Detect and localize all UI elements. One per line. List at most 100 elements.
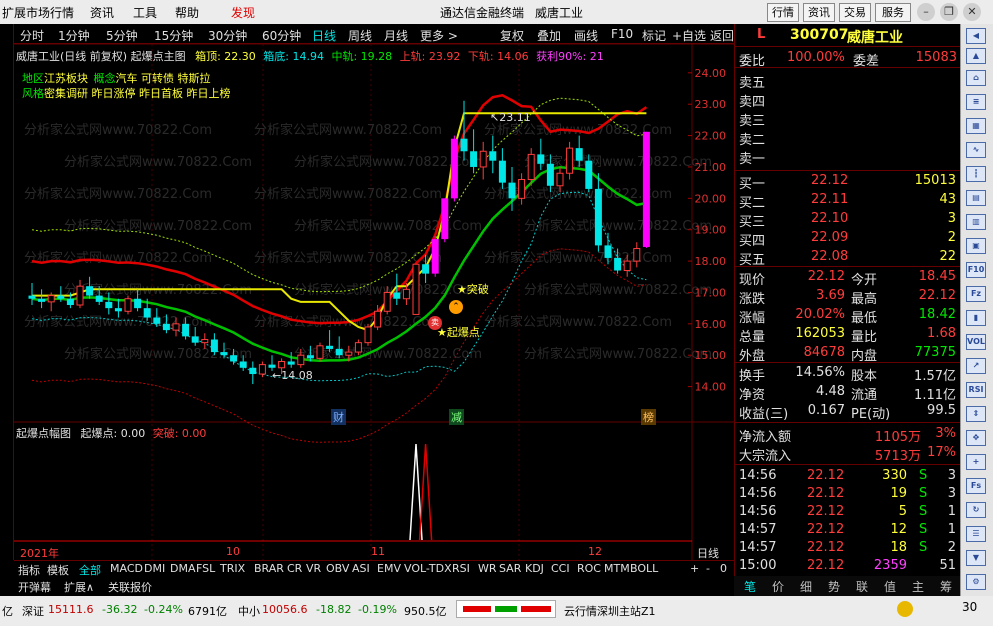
menu-news[interactable]: 资讯 (90, 4, 114, 21)
move-icon[interactable]: ✥ (966, 430, 986, 446)
danmu-button[interactable]: 开弹幕 (18, 579, 51, 595)
period-1min[interactable]: 1分钟 (58, 27, 90, 44)
period-30min[interactable]: 30分钟 (208, 27, 247, 44)
menu-help[interactable]: 帮助 (175, 4, 199, 21)
tab-obv[interactable]: OBV (326, 562, 349, 575)
tab-plus[interactable]: + (690, 562, 699, 575)
breakout-icon[interactable]: ⌃ (449, 300, 463, 314)
qtab-7[interactable]: 筹 (940, 578, 952, 595)
tab-mtm[interactable]: MTM (604, 562, 630, 575)
expand-button[interactable]: 扩展∧ (64, 579, 94, 595)
zoom-in-icon[interactable]: + (966, 454, 986, 470)
zx-label[interactable]: 中小 (238, 603, 260, 619)
period-60min[interactable]: 60分钟 (262, 27, 301, 44)
list-icon[interactable]: ≡ (966, 94, 986, 110)
news-button[interactable]: 资讯 (803, 3, 835, 22)
tab-boll[interactable]: BOLL (630, 562, 658, 575)
service-button[interactable]: 服务 (875, 3, 911, 22)
restore-icon[interactable]: ❐ (940, 3, 958, 21)
tab-cci[interactable]: CCI (551, 562, 570, 575)
f10-icon[interactable]: F10 (966, 262, 986, 278)
qtab-2[interactable]: 细 (800, 578, 812, 595)
fs-icon[interactable]: Fs (966, 478, 986, 494)
period-weekly[interactable]: 周线 (348, 27, 372, 44)
scale-icon[interactable]: ⇕ (966, 406, 986, 422)
tab-all[interactable]: 全部 (79, 562, 101, 578)
bar-chart-icon[interactable]: ▮ (966, 310, 986, 326)
refresh-icon[interactable]: ↻ (966, 502, 986, 518)
chevron-down-icon[interactable]: ▼ (966, 550, 986, 566)
trend-icon[interactable]: ↗ (966, 358, 986, 374)
tab-adjust[interactable]: 复权 (500, 27, 524, 44)
qtab-0[interactable]: 笔 (744, 578, 756, 595)
tab-wr[interactable]: WR (478, 562, 497, 575)
tab-overlay[interactable]: 叠加 (537, 27, 561, 44)
kline-icon[interactable]: ┇ (966, 166, 986, 182)
sz-label[interactable]: 深证 (22, 603, 44, 619)
qtab-3[interactable]: 势 (828, 578, 840, 595)
close-icon[interactable]: ✕ (963, 3, 981, 21)
menu-icon[interactable]: ☰ (966, 526, 986, 542)
settings-icon[interactable]: ⚙ (966, 574, 986, 590)
period-daily[interactable]: 日线 (312, 27, 336, 44)
grid2-icon[interactable]: ▥ (966, 214, 986, 230)
quote-button[interactable]: 行情 (767, 3, 799, 22)
server-name[interactable]: 云行情深圳主站Z1 (564, 603, 656, 619)
price-chart[interactable]: 分析家公式网www.70822.Com 分析家公式网www.70822.Com 分析… (14, 44, 734, 560)
tab-dma[interactable]: DMA (170, 562, 196, 575)
tab-draw[interactable]: 画线 (574, 27, 598, 44)
menu-discover[interactable]: 发现 (231, 4, 255, 21)
arrow-up-icon[interactable]: ▲ (966, 48, 986, 64)
layout-icon[interactable]: ▣ (966, 238, 986, 254)
tab-minus[interactable]: - (706, 562, 710, 575)
trade-button[interactable]: 交易 (839, 3, 871, 22)
tab-fsl[interactable]: FSL (196, 562, 215, 575)
table-icon[interactable]: ▦ (966, 118, 986, 134)
period-timeshare[interactable]: 分时 (20, 27, 44, 44)
tab-f10[interactable]: F10 (611, 27, 633, 41)
menu-tools[interactable]: 工具 (133, 4, 157, 21)
fz-icon[interactable]: Fz (966, 286, 986, 302)
minimize-icon[interactable]: – (917, 3, 935, 21)
tab-emv[interactable]: EMV (377, 562, 401, 575)
tab-zero[interactable]: 0 (720, 562, 727, 575)
tab-rsi[interactable]: RSI (452, 562, 470, 575)
tab-kdj[interactable]: KDJ (525, 562, 544, 575)
event-jian[interactable]: 减 (449, 409, 464, 425)
arrow-left-icon[interactable]: ◀ (966, 28, 986, 44)
tab-vr[interactable]: VR (306, 562, 321, 575)
tab-template[interactable]: 模板 (47, 562, 69, 578)
tab-dmi[interactable]: DMI (144, 562, 165, 575)
tab-vol-tdx[interactable]: VOL-TDX (404, 562, 452, 575)
tab-trix[interactable]: TRIX (220, 562, 245, 575)
vol-icon[interactable]: VOL (966, 334, 986, 350)
tab-macd[interactable]: MACD (110, 562, 143, 575)
qtab-6[interactable]: 主 (912, 578, 924, 595)
qtab-5[interactable]: 值 (884, 578, 896, 595)
period-15min[interactable]: 15分钟 (154, 27, 193, 44)
tab-roc[interactable]: ROC (577, 562, 601, 575)
rsi-icon[interactable]: RSI (966, 382, 986, 398)
period-monthly[interactable]: 月线 (384, 27, 408, 44)
period-more[interactable]: 更多 > (420, 27, 458, 44)
grid-icon[interactable]: ▤ (966, 190, 986, 206)
tab-asi[interactable]: ASI (352, 562, 370, 575)
tab-indicator[interactable]: 指标 (18, 562, 40, 578)
home-icon[interactable]: ⌂ (966, 70, 986, 86)
related-quote-button[interactable]: 关联报价 (108, 579, 152, 595)
line-chart-icon[interactable]: ∿ (966, 142, 986, 158)
tab-sar[interactable]: SAR (499, 562, 521, 575)
event-caip[interactable]: 财 (331, 409, 346, 425)
qtab-4[interactable]: 联 (856, 578, 868, 595)
menu-ext-market[interactable]: 扩展市场行情 (2, 4, 74, 21)
tab-brar[interactable]: BRAR (254, 562, 284, 575)
tab-back[interactable]: 返回 (710, 27, 734, 44)
period-5min[interactable]: 5分钟 (106, 27, 138, 44)
event-bang[interactable]: 榜 (641, 409, 656, 425)
tab-add-watch[interactable]: +自选 (672, 27, 706, 44)
qtab-1[interactable]: 价 (772, 578, 784, 595)
tab-cr[interactable]: CR (287, 562, 302, 575)
sell-marker-icon[interactable]: 卖 (428, 316, 442, 330)
status-light-icon[interactable] (897, 601, 913, 617)
tab-mark[interactable]: 标记 (642, 27, 666, 44)
